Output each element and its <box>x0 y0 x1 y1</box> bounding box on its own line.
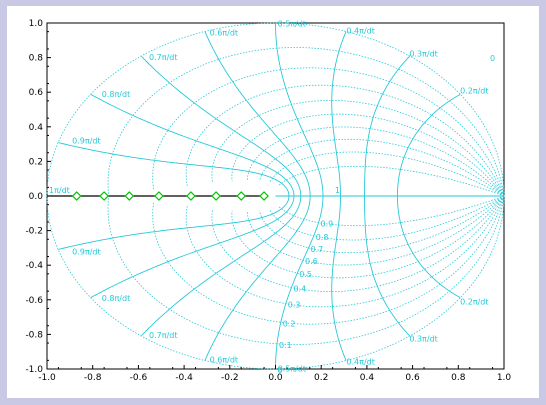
frequency-label: 0.6π/dt <box>210 29 238 38</box>
plot-frame: -1.0 -0.8 -0.6 -0.4 -0.2 0.0 0.2 0.4 0.6 0.8 1.0 1… <box>7 6 539 398</box>
damping-label: 0.6 <box>305 257 318 266</box>
y-tick-label: -0.8 <box>25 330 43 340</box>
x-tick-label: 0.2 <box>314 373 328 383</box>
x-tick-label: 0.4 <box>360 373 375 383</box>
frequency-label: 0.8π/dt <box>102 294 130 303</box>
y-tick-label: 0.2 <box>29 157 43 167</box>
x-tick-label: -0.2 <box>221 373 239 383</box>
damping-label: 0.3 <box>288 301 301 310</box>
frequency-label: 0.3π/dt <box>409 334 437 343</box>
x-tick-label: -0.4 <box>175 373 193 383</box>
damping-label: 0.7 <box>311 245 324 254</box>
damping-label: 1 <box>335 186 340 195</box>
x-tick-label: -0.8 <box>84 373 102 383</box>
x-tick-label: 0.8 <box>451 373 466 383</box>
frequency-label: 0.2π/dt <box>460 297 488 306</box>
y-tick-label: -0.6 <box>25 296 43 306</box>
frequency-label: 0.2π/dt <box>460 87 488 96</box>
frequency-label: 0.3π/dt <box>409 50 437 59</box>
frequency-label: 0.4π/dt <box>346 27 374 36</box>
y-tick-label: 0.8 <box>29 54 44 64</box>
frequency-label: 0.8π/dt <box>102 90 130 99</box>
y-tick-label: 0.6 <box>29 88 44 98</box>
frequency-label: 0.7π/dt <box>149 331 177 340</box>
y-tick-label: -0.4 <box>25 261 43 271</box>
y-tick-label: 1.0 <box>29 19 44 29</box>
damping-label: 0.1 <box>279 341 292 350</box>
frequency-label: 0.6π/dt <box>210 355 238 364</box>
damping-label: 0.9 <box>321 220 334 229</box>
frequency-label: 1π/dt <box>49 186 70 195</box>
y-tick-label: -1.0 <box>25 365 43 375</box>
y-tick-label: 0.0 <box>29 192 44 202</box>
damping-label: 0 <box>490 54 495 63</box>
frequency-label: 0.9π/dt <box>72 136 100 145</box>
y-tick-label: -0.2 <box>25 227 43 237</box>
frequency-label: 0.4π/dt <box>346 357 374 366</box>
y-tick-label: 0.4 <box>29 123 44 133</box>
x-tick-label: 1.0 <box>497 373 512 383</box>
damping-label: 0.2 <box>283 319 296 328</box>
damping-label: 0.4 <box>293 285 306 294</box>
damping-label: 0 <box>278 366 283 375</box>
frequency-label: 0.9π/dt <box>72 248 100 257</box>
damping-label: 0.5 <box>299 270 312 279</box>
frequency-label: 0.7π/dt <box>149 53 177 62</box>
x-tick-label: -0.6 <box>130 373 148 383</box>
x-tick-label: 0.6 <box>405 373 420 383</box>
damping-label: 0.8 <box>316 233 329 242</box>
frequency-label: 0.5π/dt <box>278 19 306 28</box>
zgrid-plot: -1.0 -0.8 -0.6 -0.4 -0.2 0.0 0.2 0.4 0.6 0.8 1.0 1… <box>25 19 512 383</box>
